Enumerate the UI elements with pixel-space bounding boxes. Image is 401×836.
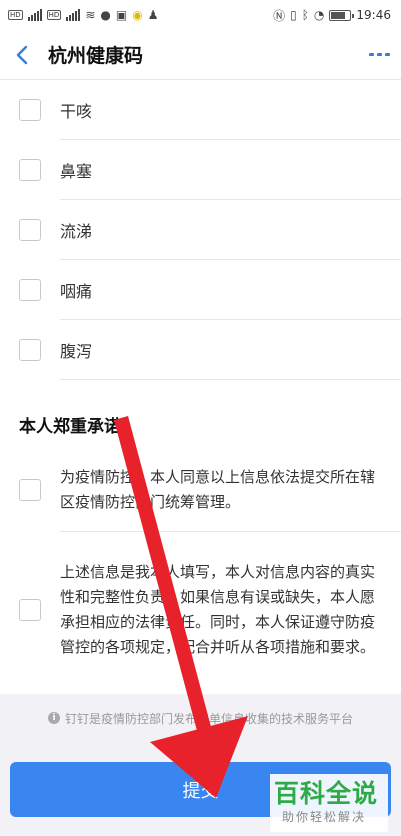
symptom-label: 鼻塞 (60, 162, 93, 181)
chevron-left-icon (16, 45, 28, 64)
pledge-text: 上述信息是我本人填写，本人对信息内容的真实性和完整性负责。如果信息有误或缺失，本… (60, 563, 376, 656)
symptom-list: 干咳 鼻塞 流涕 咽痛 腹泻 (0, 80, 401, 398)
nav-bar: 杭州健康码 (0, 30, 401, 80)
symptom-item-dry-cough[interactable]: 干咳 (0, 80, 401, 140)
status-bar-right: Ⓝ ▯ ᛒ ◔ 19:46 (273, 7, 391, 24)
symptom-checkbox[interactable] (19, 159, 41, 181)
hd-badge-2: HD (46, 10, 62, 20)
more-dots-icon (368, 53, 374, 56)
watermark-logo: 百科全说 助你轻松解决 (270, 774, 388, 832)
pledge-item-consent[interactable]: 为疫情防控，本人同意以上信息依法提交所在辖区疫情防控部门统筹管理。 (0, 460, 401, 520)
pledge-checkbox[interactable] (19, 599, 41, 621)
battery-icon (329, 9, 355, 21)
signal-icon (27, 9, 42, 21)
back-button[interactable] (0, 30, 44, 80)
pledge-title: 本人郑重承诺： (19, 417, 138, 437)
page-title: 杭州健康码 (48, 45, 144, 67)
wifi-icon: ≋ (85, 8, 96, 22)
signal-icon-2 (66, 9, 81, 21)
image-icon: ▣ (115, 8, 128, 22)
pledge-section: 本人郑重承诺： 为疫情防控，本人同意以上信息依法提交所在辖区疫情防控部门统筹管理… (0, 396, 401, 694)
nfc-icon: Ⓝ (273, 8, 286, 23)
app-notification-icon: ◉ (132, 8, 143, 22)
info-icon: i (47, 712, 60, 724)
pledge-item-truthfulness[interactable]: 上述信息是我本人填写，本人对信息内容的真实性和完整性负责。如果信息有误或缺失，本… (0, 544, 401, 676)
symptom-label: 咽痛 (60, 282, 93, 301)
platform-note: i 钉钉是疫情防控部门发布表单信息收集的技术服务平台 (0, 706, 401, 730)
alarm-icon: ◔ (313, 8, 325, 22)
divider (60, 531, 401, 532)
symptom-checkbox[interactable] (19, 339, 41, 361)
vibrate-icon: ▯ (290, 8, 297, 22)
symptom-label: 干咳 (60, 102, 93, 121)
symptom-item-nasal-congestion[interactable]: 鼻塞 (0, 140, 401, 200)
chat-icon: ● (100, 8, 111, 22)
symptom-item-runny-nose[interactable]: 流涕 (0, 200, 401, 260)
pledge-text: 为疫情防控，本人同意以上信息依法提交所在辖区疫情防控部门统筹管理。 (60, 468, 376, 511)
penguin-icon: ♟ (147, 8, 159, 22)
status-bar: HD HD ≋ ● ▣ ◉ ♟ Ⓝ ▯ ᛒ ◔ 19:46 (0, 0, 401, 30)
symptom-checkbox[interactable] (19, 99, 41, 121)
symptom-item-diarrhea[interactable]: 腹泻 (0, 320, 401, 380)
hd-badge: HD (8, 10, 23, 20)
status-bar-left: HD HD ≋ ● ▣ ◉ ♟ (8, 8, 158, 22)
more-button[interactable] (357, 30, 401, 80)
symptom-label: 腹泻 (60, 342, 93, 361)
symptom-checkbox[interactable] (19, 279, 41, 301)
pledge-checkbox[interactable] (19, 479, 41, 501)
bluetooth-icon: ᛒ (301, 8, 309, 22)
symptom-item-sore-throat[interactable]: 咽痛 (0, 260, 401, 320)
watermark-title: 百科全说 (274, 779, 379, 808)
watermark-slogan: 助你轻松解决 (282, 810, 367, 824)
symptom-checkbox[interactable] (19, 219, 41, 241)
status-time: 19:46 (356, 8, 391, 22)
symptom-label: 流涕 (60, 222, 93, 241)
platform-note-text: 钉钉是疫情防控部门发布表单信息收集的技术服务平台 (64, 711, 353, 726)
